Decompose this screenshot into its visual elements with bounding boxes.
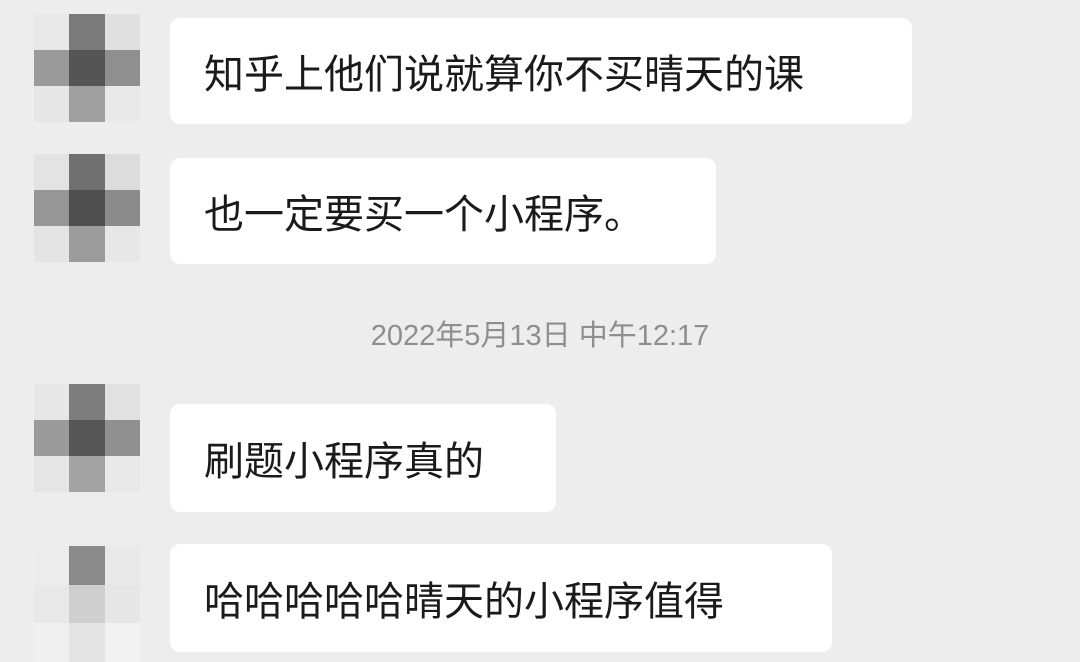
message-bubble-3[interactable]: 刷题小程序真的 (170, 404, 556, 512)
avatar-blurred[interactable] (34, 546, 140, 662)
message-timestamp: 2022年5月13日 中午12:17 (370, 320, 710, 352)
message-text: 刷题小程序真的 (204, 439, 484, 485)
chat-screen: { "messages": [ { "text": "知乎上他们说就算你不买晴天… (0, 0, 1080, 662)
message-bubble-4[interactable]: 哈哈哈哈哈晴天的小程序值得 (170, 544, 832, 652)
message-bubble-1[interactable]: 知乎上他们说就算你不买晴天的课 (170, 18, 912, 124)
message-text: 哈哈哈哈哈晴天的小程序值得 (204, 579, 724, 625)
message-bubble-2[interactable]: 也一定要买一个小程序。 (170, 158, 716, 264)
message-text: 知乎上他们说就算你不买晴天的课 (204, 52, 804, 98)
avatar-blurred[interactable] (34, 14, 140, 122)
message-text: 也一定要买一个小程序。 (204, 192, 644, 238)
avatar-blurred[interactable] (34, 384, 140, 492)
avatar-blurred[interactable] (34, 154, 140, 262)
